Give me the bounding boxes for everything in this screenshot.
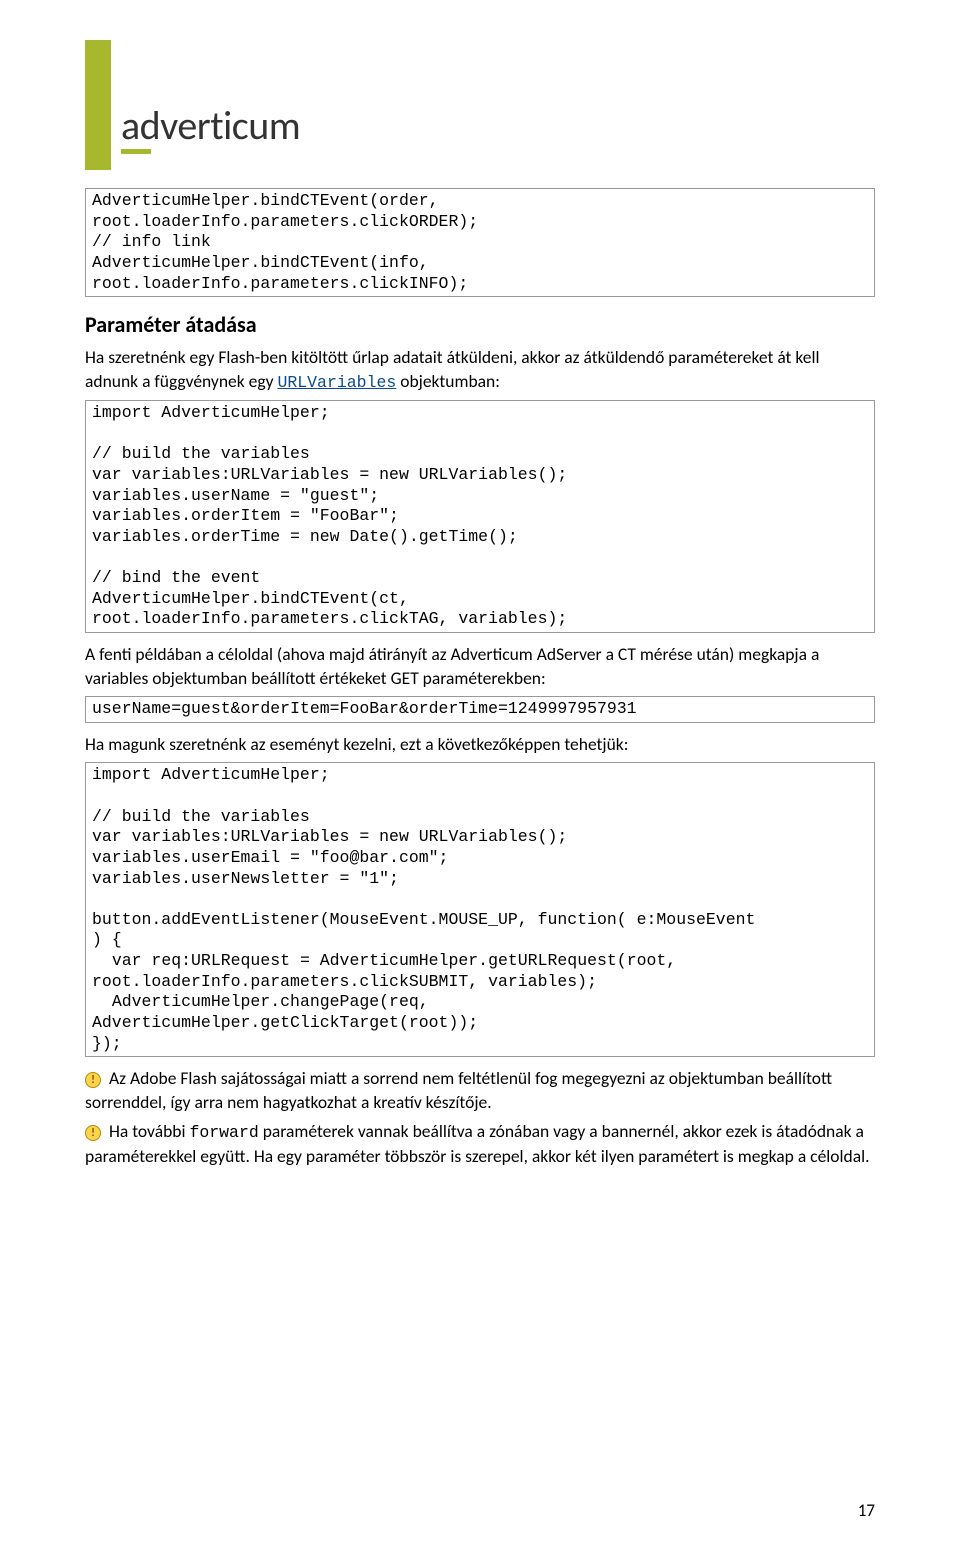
warning-2-mono: forward [189, 1123, 258, 1142]
paragraph-3: Ha magunk szeretnénk az eseményt kezelni… [85, 733, 875, 757]
section-heading: Paraméter átadása [85, 311, 875, 338]
code-block-4: import AdverticumHelper; // build the va… [85, 762, 875, 1057]
warning-2-pre: Ha további [105, 1120, 189, 1142]
logo-bar [85, 40, 111, 170]
logo-text-block: adverticum [121, 106, 300, 170]
page-number: 17 [858, 1500, 875, 1521]
document-page: adverticum AdverticumHelper.bindCTEvent(… [0, 0, 960, 1551]
code-block-2: import AdverticumHelper; // build the va… [85, 400, 875, 633]
paragraph-2: A fenti példában a céloldal (ahova majd … [85, 643, 875, 690]
para1-post: objektumban: [396, 370, 500, 392]
warning-1: ! Az Adobe Flash sajátosságai miatt a so… [85, 1067, 875, 1114]
logo-wordmark: adverticum [121, 106, 300, 146]
url-variables-link[interactable]: URLVariables [277, 373, 396, 392]
warning-1-text: Az Adobe Flash sajátosságai miatt a sorr… [85, 1067, 832, 1113]
warning-icon: ! [85, 1072, 101, 1088]
code-block-1: AdverticumHelper.bindCTEvent(order, root… [85, 188, 875, 297]
warning-icon: ! [85, 1125, 101, 1141]
code-block-3: userName=guest&orderItem=FooBar&orderTim… [85, 696, 875, 723]
paragraph-1: Ha szeretnénk egy Flash-ben kitöltött űr… [85, 346, 875, 394]
warning-2: ! Ha további forward paraméterek vannak … [85, 1120, 875, 1168]
logo: adverticum [85, 40, 875, 170]
